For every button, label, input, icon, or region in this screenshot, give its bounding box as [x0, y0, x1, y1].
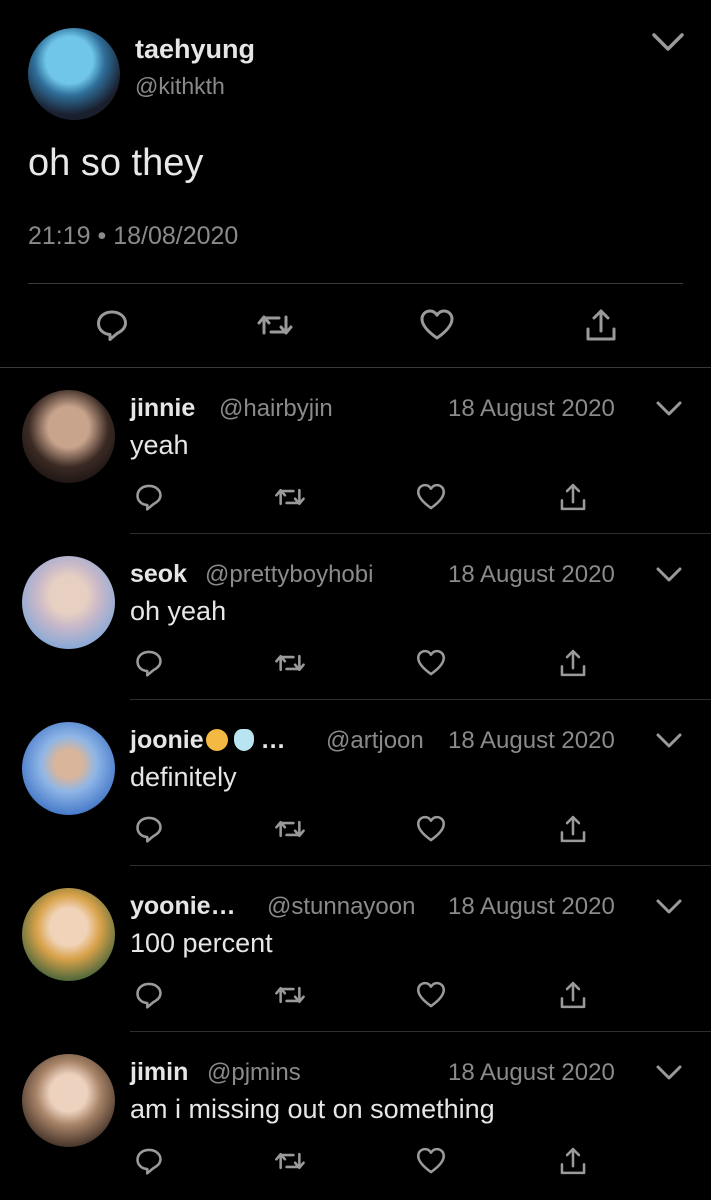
author-name[interactable]: taehyung: [135, 34, 255, 65]
reply-text: 100 percent: [130, 928, 273, 958]
reply-text: oh yeah: [130, 596, 227, 626]
reply-text: definitely: [130, 762, 237, 792]
avatar[interactable]: [22, 390, 115, 483]
smiling-cat-emoji-icon: [205, 729, 228, 751]
reply-date: 18 August 2020: [448, 1059, 615, 1086]
heart-icon[interactable]: [414, 1144, 448, 1178]
reply-date: 18 August 2020: [448, 893, 615, 920]
divider: [28, 283, 683, 284]
share-icon[interactable]: [556, 812, 590, 846]
reply-text: yeah: [130, 430, 189, 460]
reply-date: 18 August 2020: [448, 727, 615, 754]
tweet-timestamp: 21:19 • 18/08/2020: [28, 222, 239, 250]
reply-icon[interactable]: [92, 305, 132, 345]
share-icon[interactable]: [556, 480, 590, 514]
reply-icon[interactable]: [132, 812, 166, 846]
reply-author-handle[interactable]: @stunnayoon: [267, 893, 415, 921]
retweet-icon[interactable]: [273, 1144, 307, 1178]
share-icon[interactable]: [556, 1144, 590, 1178]
retweet-icon[interactable]: [273, 812, 307, 846]
chevron-down-icon[interactable]: [655, 730, 683, 752]
reply-author-handle[interactable]: @prettyboyhobi: [205, 561, 373, 589]
heart-icon[interactable]: [414, 646, 448, 680]
reply-icon[interactable]: [132, 646, 166, 680]
reply-icon[interactable]: [132, 1144, 166, 1178]
chevron-down-icon[interactable]: [655, 896, 683, 918]
chevron-down-icon[interactable]: [655, 564, 683, 586]
avatar[interactable]: [22, 722, 115, 815]
fairy-emoji-icon: [233, 729, 254, 751]
avatar[interactable]: [22, 1054, 115, 1147]
reply-author-handle[interactable]: @hairbyjin: [219, 395, 333, 423]
reply-author-handle[interactable]: @artjoon: [326, 727, 424, 755]
avatar[interactable]: [28, 28, 120, 120]
reply-date: 18 August 2020: [448, 395, 615, 422]
author-handle[interactable]: @kithkth: [135, 73, 225, 100]
reply-author-name[interactable]: yoonie…: [130, 892, 236, 921]
reply-tweet[interactable]: seok @prettyboyhobi 18 August 2020 oh ye…: [0, 534, 711, 700]
reply-tweet[interactable]: jimin @pjmins 18 August 2020 am i missin…: [0, 1032, 711, 1198]
retweet-icon[interactable]: [273, 480, 307, 514]
heart-icon[interactable]: [414, 978, 448, 1012]
retweet-icon[interactable]: [255, 305, 295, 345]
reply-author-name[interactable]: jimin: [130, 1058, 188, 1087]
avatar[interactable]: [22, 888, 115, 981]
retweet-icon[interactable]: [273, 646, 307, 680]
share-icon[interactable]: [581, 305, 621, 345]
reply-tweet[interactable]: jinnie @hairbyjin 18 August 2020 yeah: [0, 368, 711, 534]
reply-author-name[interactable]: seok: [130, 560, 187, 589]
reply-text: am i missing out on something: [130, 1094, 495, 1124]
reply-tweet[interactable]: yoonie… @stunnayoon 18 August 2020 100 p…: [0, 866, 711, 1032]
retweet-icon[interactable]: [273, 978, 307, 1012]
avatar[interactable]: [22, 556, 115, 649]
reply-icon[interactable]: [132, 978, 166, 1012]
share-icon[interactable]: [556, 978, 590, 1012]
heart-icon[interactable]: [417, 305, 457, 345]
heart-icon[interactable]: [414, 480, 448, 514]
chevron-down-icon[interactable]: [650, 28, 686, 56]
reply-author-name[interactable]: jinnie: [130, 394, 195, 423]
chevron-down-icon[interactable]: [655, 1062, 683, 1084]
share-icon[interactable]: [556, 646, 590, 680]
heart-icon[interactable]: [414, 812, 448, 846]
reply-tweet[interactable]: joonie … @artjoon 18 August 2020 definit…: [0, 700, 711, 866]
reply-author-handle[interactable]: @pjmins: [207, 1059, 301, 1087]
reply-date: 18 August 2020: [448, 561, 615, 588]
reply-author-name[interactable]: joonie …: [130, 726, 286, 755]
chevron-down-icon[interactable]: [655, 398, 683, 420]
tweet-text: oh so they: [28, 142, 204, 184]
main-tweet: taehyung @kithkth oh so they 21:19 • 18/…: [0, 0, 711, 368]
reply-icon[interactable]: [132, 480, 166, 514]
